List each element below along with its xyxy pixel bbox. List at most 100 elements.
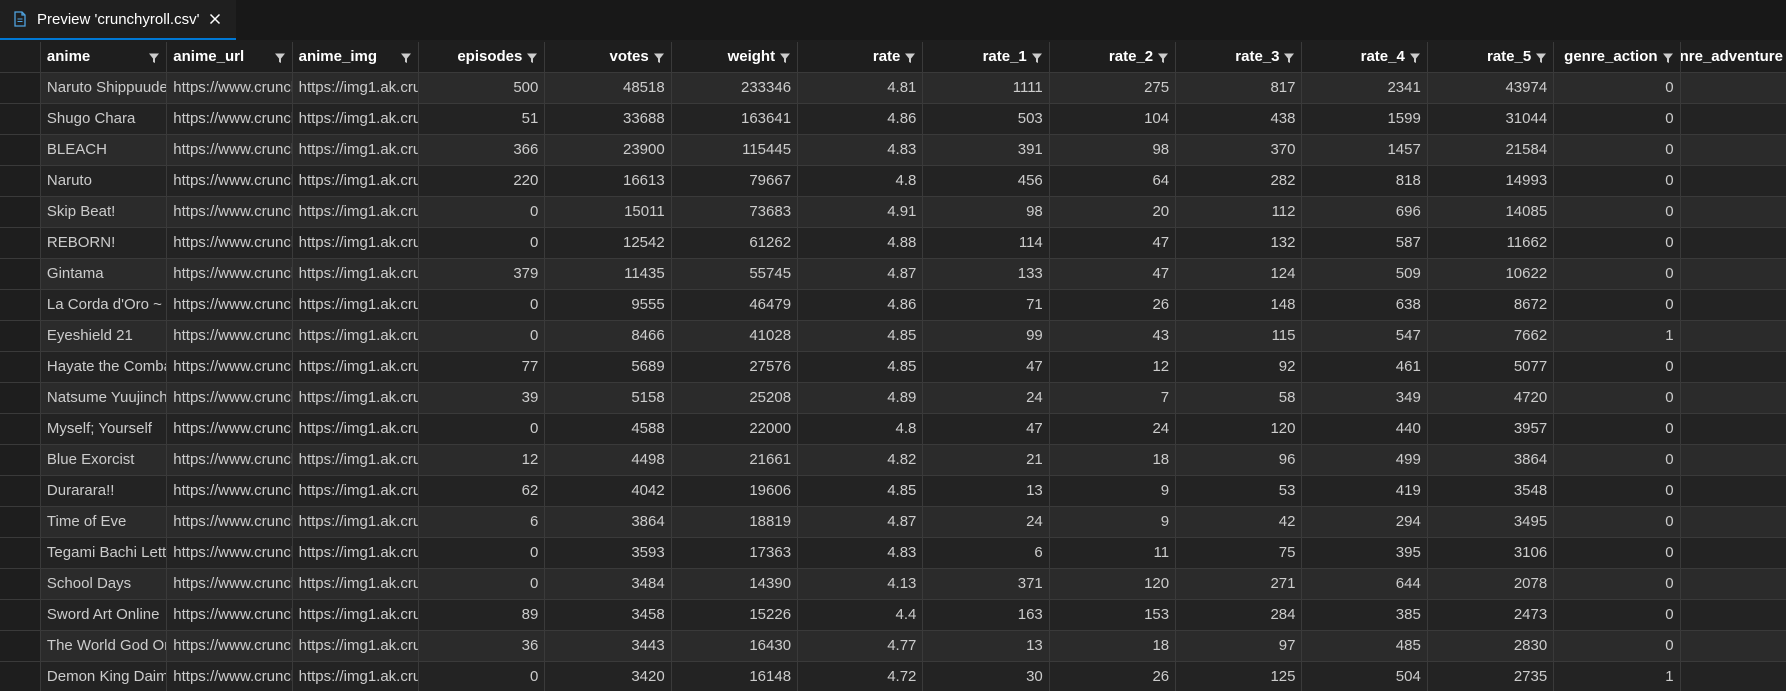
cell-weight[interactable]: 17363 xyxy=(671,537,799,569)
cell-episodes[interactable]: 0 xyxy=(418,196,546,228)
filter-icon[interactable] xyxy=(1283,51,1295,63)
cell-rate-2[interactable]: 98 xyxy=(1049,134,1177,166)
cell-episodes[interactable]: 89 xyxy=(418,599,546,631)
cell-anime-url[interactable]: https://www.crunchyroll.com xyxy=(166,537,293,569)
cell-rate-4[interactable]: 696 xyxy=(1301,196,1428,228)
cell-weight[interactable]: 79667 xyxy=(671,165,799,197)
cell-anime[interactable]: Hayate the Combat Butler xyxy=(40,351,168,383)
cell-rate-5[interactable]: 21584 xyxy=(1427,134,1555,166)
cell-rate-1[interactable]: 6 xyxy=(922,537,1050,569)
cell-rate-1[interactable]: 13 xyxy=(922,630,1050,662)
cell-votes[interactable]: 4042 xyxy=(544,475,672,507)
cell-rate-1[interactable]: 456 xyxy=(922,165,1050,197)
filter-icon[interactable] xyxy=(1535,51,1547,63)
cell-rate-2[interactable]: 64 xyxy=(1049,165,1177,197)
row-index-cell[interactable] xyxy=(0,444,41,476)
cell-rate-5[interactable]: 11662 xyxy=(1427,227,1555,259)
filter-icon[interactable] xyxy=(1662,51,1674,63)
cell-anime[interactable]: School Days xyxy=(40,568,168,600)
cell-rate-4[interactable]: 818 xyxy=(1301,165,1428,197)
row-index-cell[interactable] xyxy=(0,165,41,197)
cell-rate-5[interactable]: 2473 xyxy=(1427,599,1555,631)
cell-anime[interactable]: REBORN! xyxy=(40,227,168,259)
filter-icon[interactable] xyxy=(653,51,665,63)
cell-rate-2[interactable]: 9 xyxy=(1049,475,1177,507)
cell-rate[interactable]: 4.85 xyxy=(797,475,924,507)
cell-rate-4[interactable]: 349 xyxy=(1301,382,1428,414)
cell-rate-3[interactable]: 92 xyxy=(1175,351,1303,383)
row-index-cell[interactable] xyxy=(0,258,41,290)
cell-rate-1[interactable]: 503 xyxy=(922,103,1050,135)
cell-anime[interactable]: Myself; Yourself xyxy=(40,413,168,445)
cell-rate[interactable]: 4.86 xyxy=(797,103,924,135)
filter-icon[interactable] xyxy=(1157,51,1169,63)
cell-genre-action[interactable]: 1 xyxy=(1553,320,1681,352)
cell-anime[interactable]: Time of Eve xyxy=(40,506,168,538)
column-header-rate-1[interactable]: rate_1 xyxy=(922,42,1050,73)
cell-rate-2[interactable]: 153 xyxy=(1049,599,1177,631)
cell-genre-adventure[interactable]: 0 xyxy=(1680,258,1786,290)
cell-rate-2[interactable]: 11 xyxy=(1049,537,1177,569)
cell-rate[interactable]: 4.83 xyxy=(797,537,924,569)
cell-genre-action[interactable]: 0 xyxy=(1553,196,1681,228)
cell-anime-img[interactable]: https://img1.ak.crunchyroll.com xyxy=(292,134,419,166)
cell-rate-2[interactable]: 26 xyxy=(1049,289,1177,321)
row-index-cell[interactable] xyxy=(0,382,41,414)
cell-rate-1[interactable]: 30 xyxy=(922,661,1050,691)
cell-rate-5[interactable]: 7662 xyxy=(1427,320,1555,352)
cell-weight[interactable]: 22000 xyxy=(671,413,799,445)
cell-rate[interactable]: 4.85 xyxy=(797,320,924,352)
cell-episodes[interactable]: 6 xyxy=(418,506,546,538)
cell-genre-adventure[interactable]: 0 xyxy=(1680,289,1786,321)
cell-rate[interactable]: 4.83 xyxy=(797,134,924,166)
cell-votes[interactable]: 3443 xyxy=(544,630,672,662)
cell-anime[interactable]: Natsume Yuujincho xyxy=(40,382,168,414)
cell-weight[interactable]: 27576 xyxy=(671,351,799,383)
cell-rate-1[interactable]: 114 xyxy=(922,227,1050,259)
cell-rate-5[interactable]: 14993 xyxy=(1427,165,1555,197)
cell-genre-action[interactable]: 0 xyxy=(1553,537,1681,569)
cell-votes[interactable]: 48518 xyxy=(544,72,672,104)
cell-genre-adventure[interactable]: 0 xyxy=(1680,661,1786,691)
cell-rate[interactable]: 4.82 xyxy=(797,444,924,476)
table-row[interactable]: Narutohttps://www.crunchyroll.comhttps:/… xyxy=(0,165,1786,197)
cell-rate-2[interactable]: 18 xyxy=(1049,630,1177,662)
cell-rate-2[interactable]: 275 xyxy=(1049,72,1177,104)
cell-rate-5[interactable]: 3864 xyxy=(1427,444,1555,476)
cell-anime-url[interactable]: https://www.crunchyroll.com xyxy=(166,444,293,476)
cell-genre-adventure[interactable]: 0 xyxy=(1680,134,1786,166)
cell-genre-adventure[interactable]: 0 xyxy=(1680,568,1786,600)
cell-genre-adventure[interactable]: 0 xyxy=(1680,165,1786,197)
cell-rate[interactable]: 4.13 xyxy=(797,568,924,600)
row-index-cell[interactable] xyxy=(0,413,41,445)
cell-rate-1[interactable]: 13 xyxy=(922,475,1050,507)
row-index-cell[interactable] xyxy=(0,134,41,166)
cell-anime-img[interactable]: https://img1.ak.crunchyroll.com xyxy=(292,537,419,569)
cell-rate-2[interactable]: 12 xyxy=(1049,351,1177,383)
cell-rate[interactable]: 4.85 xyxy=(797,351,924,383)
cell-rate-5[interactable]: 8672 xyxy=(1427,289,1555,321)
cell-anime-url[interactable]: https://www.crunchyroll.com xyxy=(166,227,293,259)
cell-rate[interactable]: 4.4 xyxy=(797,599,924,631)
cell-rate-2[interactable]: 18 xyxy=(1049,444,1177,476)
cell-anime-img[interactable]: https://img1.ak.crunchyroll.com xyxy=(292,630,419,662)
cell-rate-3[interactable]: 817 xyxy=(1175,72,1303,104)
cell-genre-adventure[interactable]: 0 xyxy=(1680,72,1786,104)
column-header-episodes[interactable]: episodes xyxy=(418,42,546,73)
cell-rate-2[interactable]: 43 xyxy=(1049,320,1177,352)
cell-anime-img[interactable]: https://img1.ak.crunchyroll.com xyxy=(292,413,419,445)
cell-rate-1[interactable]: 24 xyxy=(922,382,1050,414)
cell-anime-img[interactable]: https://img1.ak.crunchyroll.com xyxy=(292,351,419,383)
cell-votes[interactable]: 11435 xyxy=(544,258,672,290)
cell-anime-url[interactable]: https://www.crunchyroll.com xyxy=(166,382,293,414)
cell-rate-3[interactable]: 284 xyxy=(1175,599,1303,631)
cell-anime-url[interactable]: https://www.crunchyroll.com xyxy=(166,506,293,538)
cell-genre-action[interactable]: 0 xyxy=(1553,630,1681,662)
cell-genre-adventure[interactable]: 0 xyxy=(1680,630,1786,662)
cell-rate-5[interactable]: 31044 xyxy=(1427,103,1555,135)
cell-weight[interactable]: 19606 xyxy=(671,475,799,507)
cell-rate-3[interactable]: 125 xyxy=(1175,661,1303,691)
cell-weight[interactable]: 25208 xyxy=(671,382,799,414)
cell-rate-5[interactable]: 14085 xyxy=(1427,196,1555,228)
cell-episodes[interactable]: 12 xyxy=(418,444,546,476)
